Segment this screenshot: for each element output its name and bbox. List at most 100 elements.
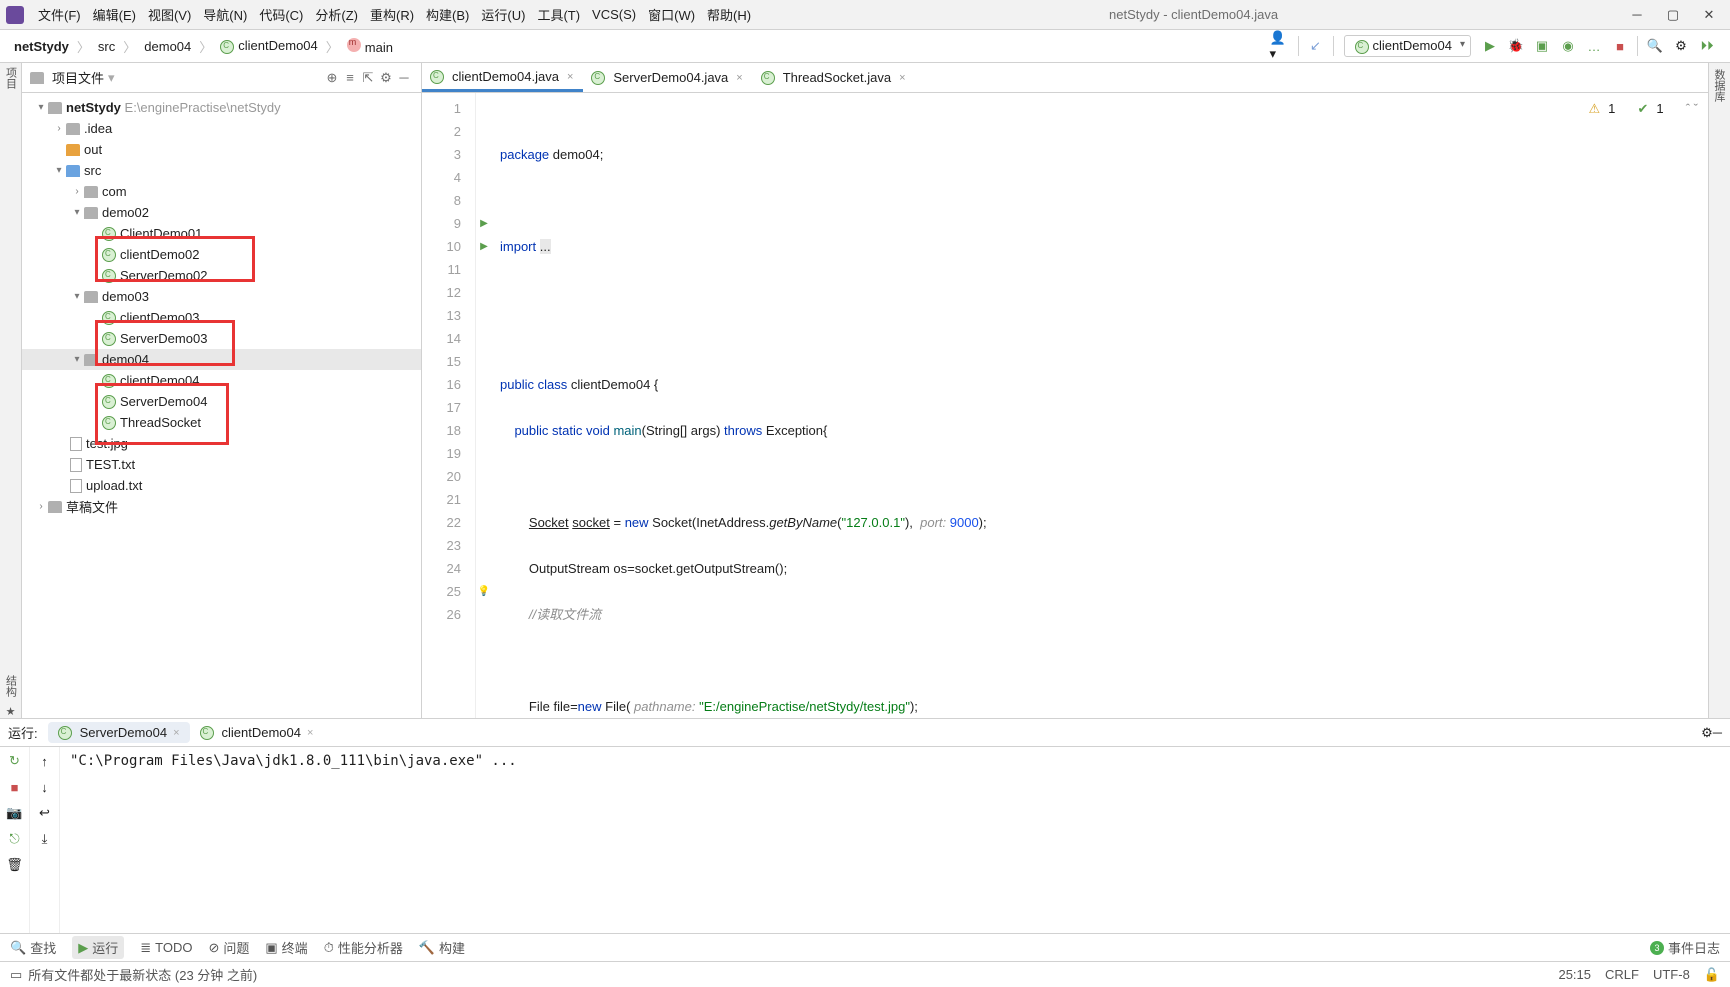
up-icon[interactable]: ↑: [35, 751, 55, 771]
attach-icon[interactable]: …: [1583, 35, 1605, 57]
project-view-title[interactable]: 项目文件: [52, 68, 104, 87]
menu-help[interactable]: 帮助(H): [701, 2, 757, 27]
project-tree[interactable]: ▾netStydy E:\enginePractise\netStydy ›.i…: [22, 93, 421, 718]
find-tab[interactable]: 🔍 查找: [10, 938, 56, 957]
run-panel-title: 运行:: [8, 723, 38, 742]
search-icon[interactable]: 🔍: [1644, 35, 1666, 57]
menu-bar: 文件(F) 编辑(E) 视图(V) 导航(N) 代码(C) 分析(Z) 重构(R…: [0, 0, 1730, 30]
run-tab[interactable]: clientDemo04×: [190, 722, 324, 743]
breadcrumb-item[interactable]: src: [94, 37, 119, 56]
app-logo-icon: [6, 6, 24, 24]
inspection-widget[interactable]: ⚠1 ✔1 ˆ ˇ: [1588, 97, 1698, 120]
status-bar: ▭ 所有文件都处于最新状态 (23 分钟 之前) 25:15 CRLF UTF-…: [0, 961, 1730, 987]
run-gutter: ▶ ▶ 💡: [476, 93, 492, 718]
breadcrumb-item[interactable]: main: [343, 36, 397, 57]
side-tab-database[interactable]: 数据库: [1709, 63, 1729, 108]
status-message: 所有文件都处于最新状态 (23 分钟 之前): [28, 965, 257, 984]
close-tab-icon[interactable]: ×: [567, 71, 573, 83]
menu-build[interactable]: 构建(B): [420, 2, 475, 27]
console-output[interactable]: "C:\Program Files\Java\jdk1.8.0_111\bin\…: [60, 747, 1730, 933]
line-ending[interactable]: CRLF: [1605, 967, 1639, 983]
profile-icon[interactable]: ◉: [1557, 35, 1579, 57]
settings-icon[interactable]: ⚙: [377, 69, 395, 87]
settings-icon[interactable]: ⚙: [1670, 35, 1692, 57]
menu-tools[interactable]: 工具(T): [531, 2, 586, 27]
user-icon[interactable]: 👤▾: [1270, 35, 1292, 57]
editor-tab[interactable]: ServerDemo04.java×: [583, 65, 752, 92]
coverage-icon[interactable]: ▣: [1531, 35, 1553, 57]
locate-icon[interactable]: ⊕: [323, 69, 341, 87]
menu-analyze[interactable]: 分析(Z): [309, 2, 364, 27]
folder-icon: [30, 72, 44, 84]
bottom-tool-bar: 🔍 查找 ▶ 运行 ≣ TODO ⊘ 问题 ▣ 终端 ⏱ 性能分析器 🔨 构建 …: [0, 933, 1730, 961]
run-main-icon[interactable]: ▶: [476, 235, 492, 258]
stop-icon[interactable]: ■: [1609, 35, 1631, 57]
scroll-icon[interactable]: ⤓: [35, 829, 55, 849]
left-side-tabs: 项目 结构 ★: [0, 63, 22, 718]
editor-tab[interactable]: ThreadSocket.java×: [753, 65, 916, 92]
exit-icon[interactable]: ⎋: [5, 829, 25, 849]
collapse-all-icon[interactable]: ⇱: [359, 69, 377, 87]
rerun-icon[interactable]: ↻: [5, 751, 25, 771]
editor-tab[interactable]: clientDemo04.java×: [422, 64, 583, 92]
debug-icon[interactable]: 🐞: [1505, 35, 1527, 57]
menu-file[interactable]: 文件(F): [32, 2, 87, 27]
run-icon[interactable]: ▶: [1479, 35, 1501, 57]
run-anything-icon[interactable]: ⏵⏵: [1696, 35, 1718, 57]
hide-icon[interactable]: ─: [395, 69, 413, 87]
profiler-tab[interactable]: ⏱ 性能分析器: [324, 938, 403, 957]
line-gutter: 12348 910111213 1415161718 1920212223 24…: [422, 93, 476, 718]
run-tool-window: 运行: ServerDemo04× clientDemo04× ⚙ ─ ↻ ■ …: [0, 718, 1730, 933]
wrap-icon[interactable]: ↩: [35, 803, 55, 823]
project-panel-header: 项目文件 ▾ ⊕ ≡ ⇱ ⚙ ─: [22, 63, 421, 93]
run-tab[interactable]: ServerDemo04×: [48, 722, 190, 743]
close-tab-icon[interactable]: ×: [736, 72, 742, 84]
main-content: 项目 结构 ★ 项目文件 ▾ ⊕ ≡ ⇱ ⚙ ─ ▾netStydy E:\en…: [0, 63, 1730, 718]
code-editor[interactable]: 12348 910111213 1415161718 1920212223 24…: [422, 93, 1708, 718]
project-tool-window: 项目文件 ▾ ⊕ ≡ ⇱ ⚙ ─ ▾netStydy E:\enginePrac…: [22, 63, 422, 718]
side-tab-project[interactable]: 项目: [3, 67, 19, 89]
terminal-tab[interactable]: ▣ 终端: [265, 938, 307, 957]
menu-code[interactable]: 代码(C): [253, 2, 309, 27]
stop-icon[interactable]: ■: [5, 777, 25, 797]
todo-tab[interactable]: ≣ TODO: [140, 940, 192, 956]
hide-icon[interactable]: ─: [1713, 725, 1722, 740]
maximize-icon[interactable]: ▢: [1666, 8, 1680, 22]
editor-area: clientDemo04.java× ServerDemo04.java× Th…: [422, 63, 1708, 718]
side-tab-favorites[interactable]: ★: [4, 705, 17, 718]
code-content[interactable]: ⚠1 ✔1 ˆ ˇ package demo04; import ... pub…: [492, 93, 1708, 718]
breadcrumb-item[interactable]: netStydy: [10, 37, 73, 56]
close-tab-icon[interactable]: ×: [899, 72, 905, 84]
menu-run[interactable]: 运行(U): [475, 2, 531, 27]
problems-tab[interactable]: ⊘ 问题: [208, 938, 249, 957]
build-tab[interactable]: 🔨 构建: [419, 938, 465, 957]
run-class-icon[interactable]: ▶: [476, 212, 492, 235]
settings-icon[interactable]: ⚙: [1701, 725, 1713, 741]
side-tab-structure[interactable]: 结构: [3, 675, 19, 697]
menu-refactor[interactable]: 重构(R): [364, 2, 420, 27]
run-side-toolbar1: ↻ ■ 📷 ⎋ 🗑: [0, 747, 30, 933]
close-icon[interactable]: ✕: [1702, 8, 1716, 22]
event-log-tab[interactable]: 3 事件日志: [1650, 938, 1720, 957]
minimize-icon[interactable]: ─: [1630, 8, 1644, 22]
breadcrumb-item[interactable]: clientDemo04: [216, 36, 322, 56]
run-side-toolbar2: ↑ ↓ ↩ ⤓: [30, 747, 60, 933]
vcs-update-icon[interactable]: ↙: [1305, 35, 1327, 57]
menu-navigate[interactable]: 导航(N): [197, 2, 253, 27]
breadcrumb-item[interactable]: demo04: [140, 37, 195, 56]
menu-window[interactable]: 窗口(W): [642, 2, 701, 27]
expand-all-icon[interactable]: ≡: [341, 69, 359, 87]
window-title: netStydy - clientDemo04.java: [1109, 7, 1278, 22]
intention-bulb-icon[interactable]: 💡: [476, 580, 492, 603]
menu-edit[interactable]: 编辑(E): [87, 2, 142, 27]
file-encoding[interactable]: UTF-8: [1653, 967, 1690, 983]
delete-icon[interactable]: 🗑: [5, 855, 25, 875]
lock-icon[interactable]: 🔓: [1704, 967, 1720, 983]
caret-position[interactable]: 25:15: [1558, 967, 1591, 983]
menu-vcs[interactable]: VCS(S): [586, 4, 642, 25]
dump-icon[interactable]: 📷: [5, 803, 25, 823]
run-config-dropdown[interactable]: clientDemo04: [1344, 35, 1472, 57]
menu-view[interactable]: 视图(V): [142, 2, 197, 27]
run-tab[interactable]: ▶ 运行: [72, 936, 124, 959]
down-icon[interactable]: ↓: [35, 777, 55, 797]
